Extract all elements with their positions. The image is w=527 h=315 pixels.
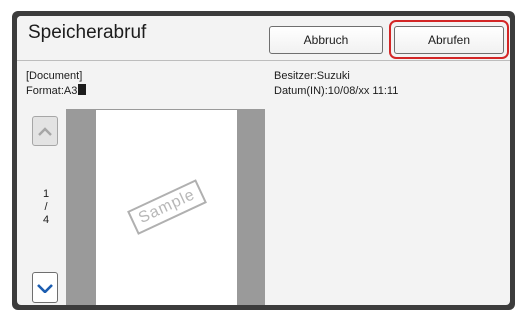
current-page: 1 [42, 188, 50, 200]
portrait-page-icon [78, 84, 87, 95]
document-format: Format:A3 [26, 84, 87, 99]
chevron-down-icon [37, 283, 53, 293]
recall-panel: Speicherabruf Abbruch Abrufen [Document]… [17, 16, 510, 305]
page-separator: / [44, 201, 48, 213]
page-title: Speicherabruf [28, 22, 147, 43]
document-owner: Besitzer:Suzuki [274, 70, 350, 82]
document-name: [Document] [26, 70, 83, 82]
cancel-button[interactable]: Abbruch [269, 26, 383, 54]
document-date: Datum(IN):10/08/xx 11:11 [274, 85, 399, 97]
page-up-button[interactable] [32, 116, 58, 146]
page-down-button[interactable] [32, 272, 58, 303]
total-pages: 4 [42, 214, 50, 226]
chevron-up-icon [38, 126, 52, 136]
recall-button[interactable]: Abrufen [394, 26, 504, 54]
header-bar: Speicherabruf Abbruch Abrufen [17, 16, 510, 61]
format-label: Format:A3 [26, 85, 78, 97]
